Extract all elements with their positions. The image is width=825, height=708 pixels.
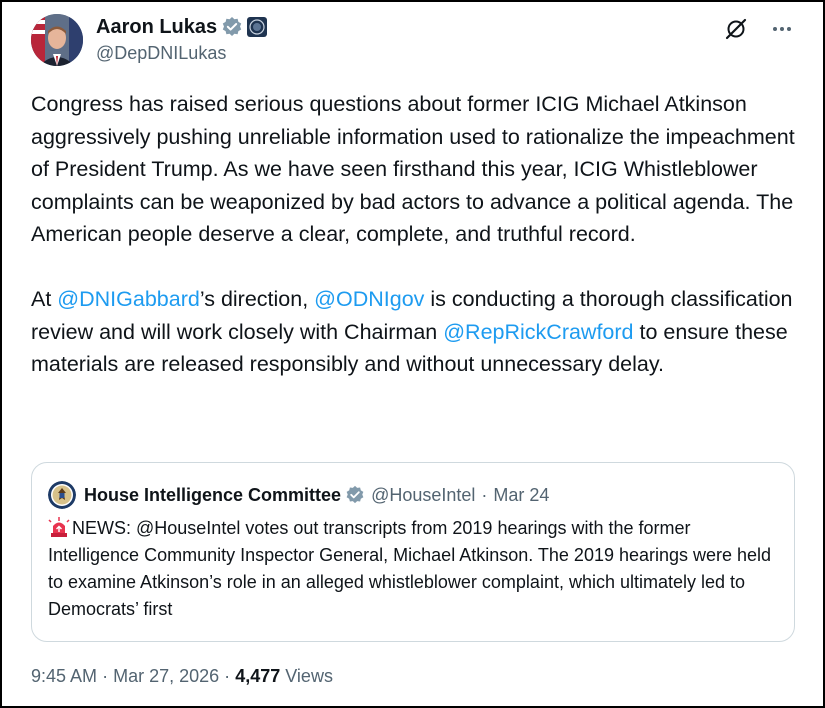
tweet-text: Congress has raised serious questions ab… (31, 88, 806, 381)
quoted-tweet-date[interactable]: Mar 24 (493, 485, 549, 506)
author-avatar[interactable] (31, 14, 83, 66)
quoted-tweet-text: NEWS: @HouseIntel votes out transcripts … (48, 515, 784, 623)
quoted-tweet-body: NEWS: @HouseIntel votes out transcripts … (48, 518, 772, 619)
quoted-author-handle[interactable]: @HouseIntel (371, 485, 475, 506)
quoted-author-display-name[interactable]: House Intelligence Committee (84, 485, 341, 506)
verified-badge-icon (221, 16, 243, 38)
tweet-paragraph-1: Congress has raised serious questions ab… (31, 92, 795, 246)
text-segment: ’s direction, (199, 287, 315, 311)
mention-link-reprickcrawford[interactable]: @RepRickCrawford (443, 320, 633, 344)
tweet-actions (723, 16, 795, 42)
quoted-verified-badge-icon (345, 485, 365, 505)
agency-seal-icon[interactable] (247, 17, 268, 37)
views-label: Views (285, 666, 333, 686)
mention-link-dnigabbard[interactable]: @DNIGabbard (57, 287, 200, 311)
mention-link-odnigov[interactable]: @ODNIgov (314, 287, 424, 311)
grok-icon[interactable] (723, 16, 749, 42)
siren-icon (48, 517, 70, 537)
footer-separator: · (224, 666, 231, 686)
more-icon[interactable] (769, 16, 795, 42)
quoted-author-avatar[interactable] (48, 481, 76, 509)
views-count: 4,477 (235, 666, 281, 686)
author-names: Aaron Lukas @DepDNILukas (96, 14, 268, 64)
text-segment: At (31, 287, 58, 311)
footer-separator: · (102, 666, 109, 686)
author-display-name[interactable]: Aaron Lukas (96, 16, 217, 39)
tweet-time[interactable]: 9:45 AM (31, 666, 97, 686)
tweet-date[interactable]: Mar 27, 2026 (113, 666, 219, 686)
tweet-paragraph-2: At @DNIGabbard’s direction, @ODNIgov is … (31, 283, 806, 381)
quoted-tweet[interactable]: House Intelligence Committee @HouseIntel… (31, 462, 795, 642)
quoted-tweet-header: House Intelligence Committee @HouseIntel… (48, 481, 549, 509)
tweet-header: Aaron Lukas @DepDNILukas (31, 14, 795, 70)
tweet-footer: 9:45 AM · Mar 27, 2026 · 4,477 Views (31, 666, 333, 687)
author-handle[interactable]: @DepDNILukas (96, 43, 267, 64)
meta-separator: · (481, 484, 488, 505)
